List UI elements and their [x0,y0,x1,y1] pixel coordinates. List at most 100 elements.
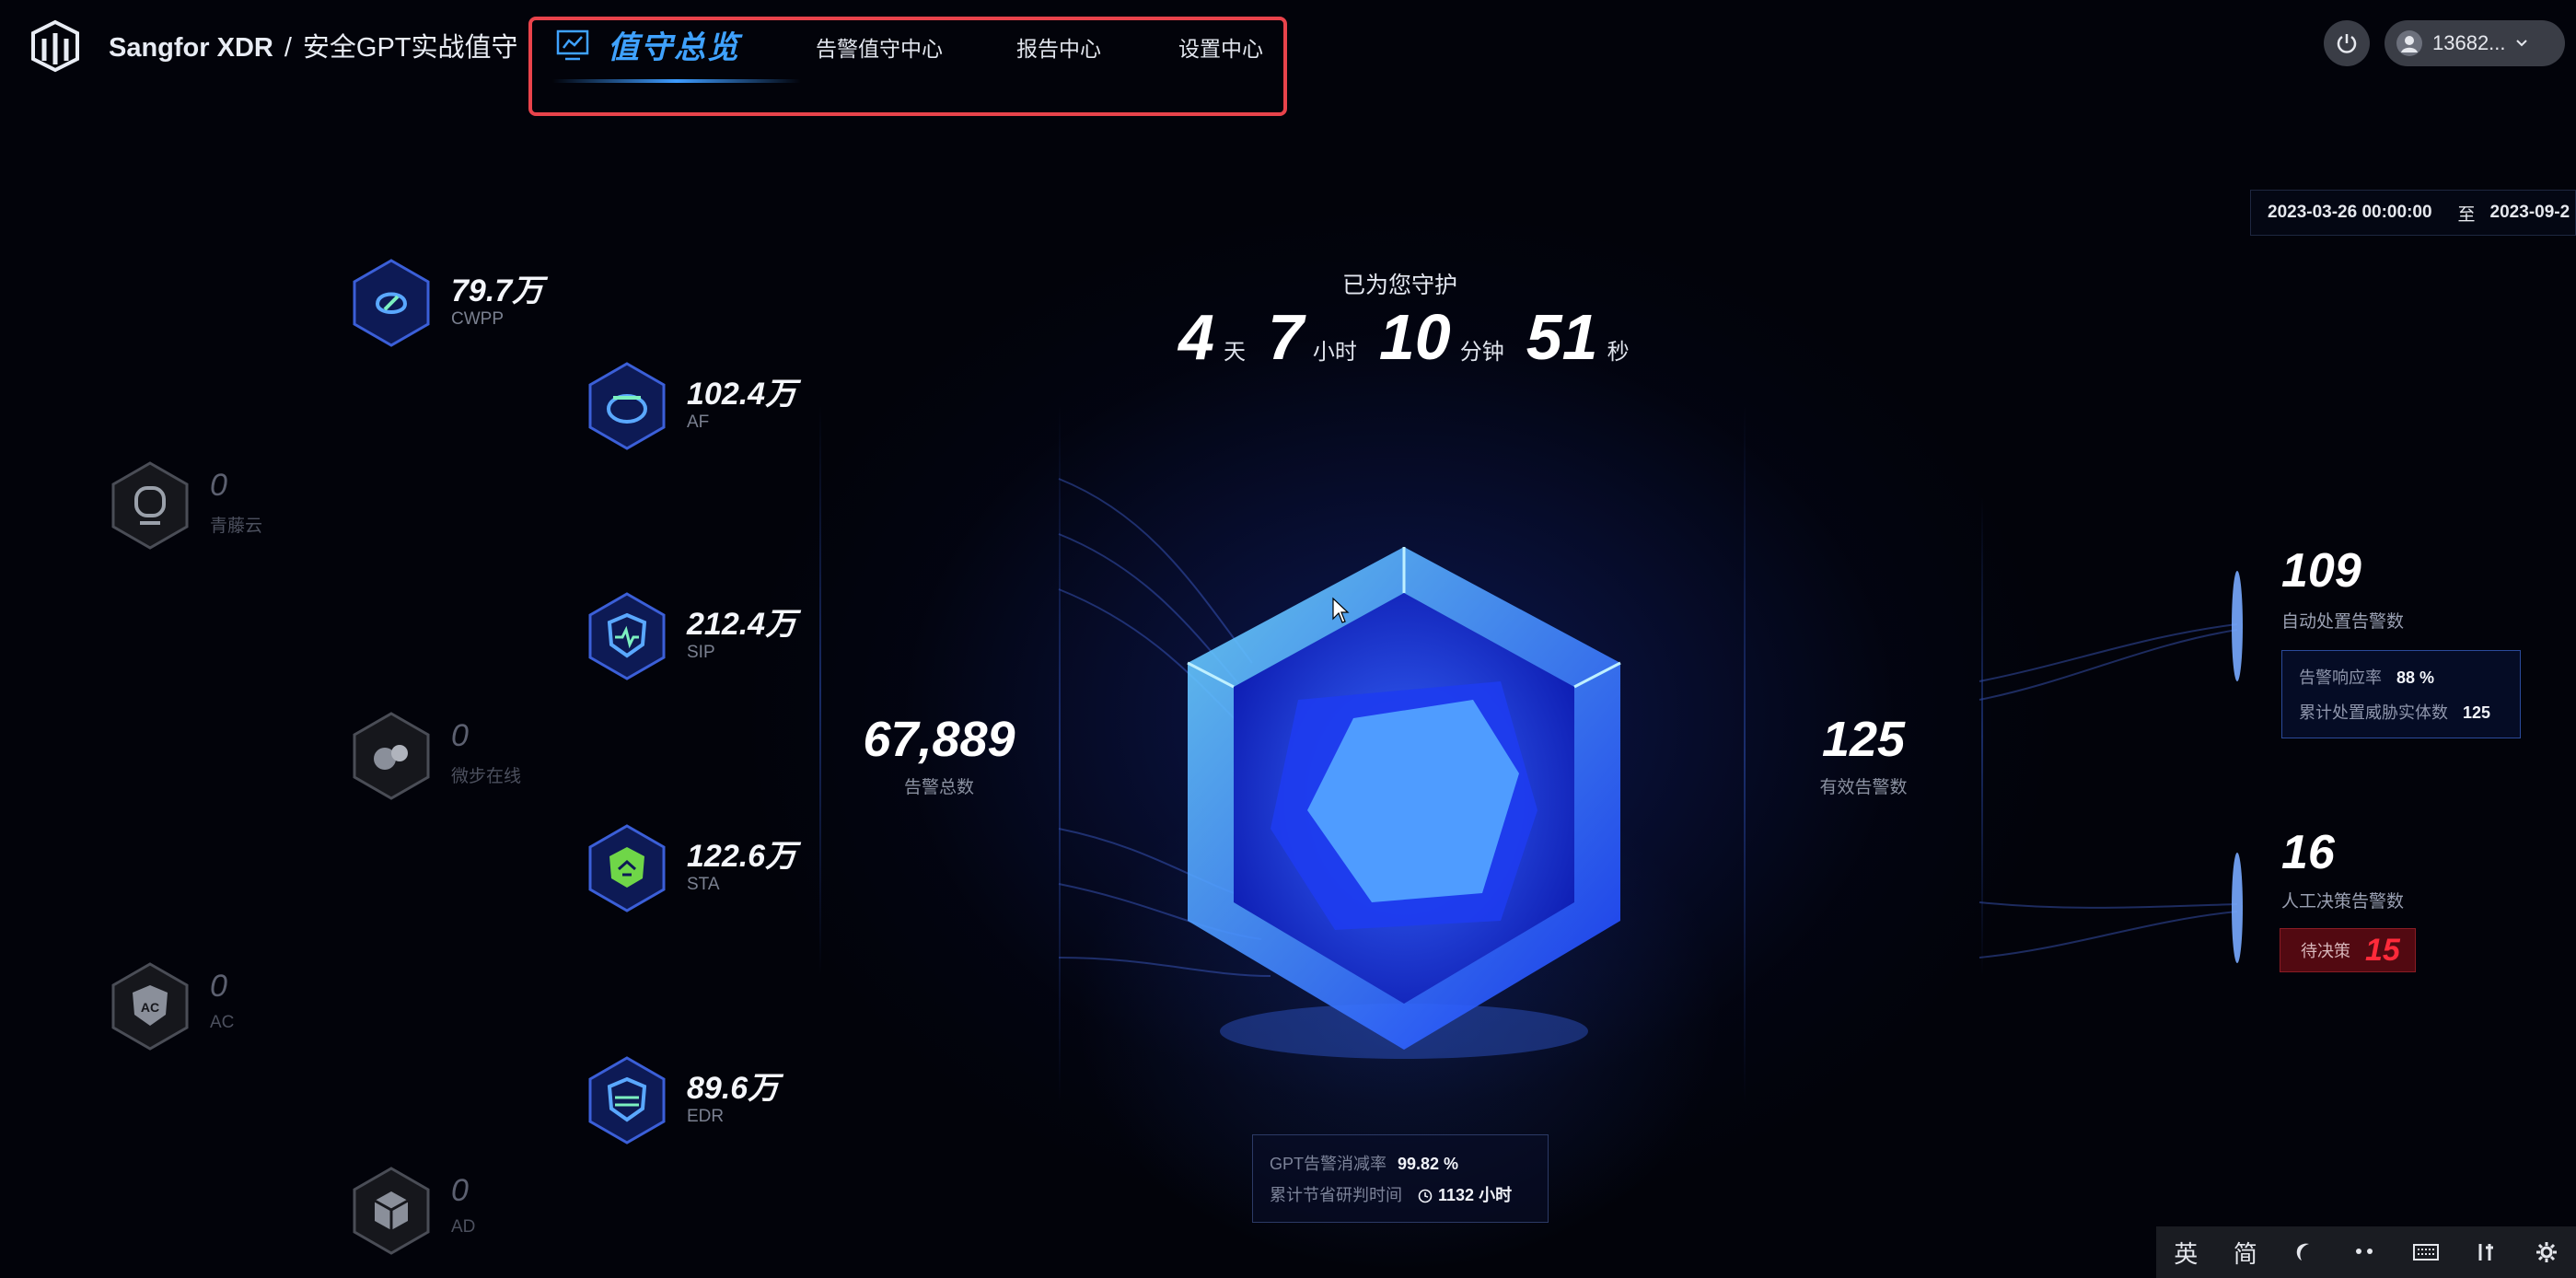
ad-label: AD [451,1217,476,1237]
brand-name: Sangfor XDR [109,33,273,63]
sta-label: STA [687,875,720,894]
sangfor-logo [31,19,79,73]
clock-icon [1418,1189,1433,1203]
date-start: 2023-03-26 00:00:00 [2268,203,2432,222]
auto-handled-details: 告警响应率 88 % 累计处置威胁实体数 125 [2281,650,2521,738]
ad-box-icon [353,1167,430,1255]
sip-shield-icon [588,592,666,680]
moon-icon[interactable] [2292,1240,2316,1264]
edr-label: EDR [687,1107,725,1126]
cwpp-label: CWPP [451,309,504,329]
pending-decision-badge[interactable]: 待决策 15 [2280,928,2416,972]
total-alerts-stat: 67,889 告警总数 [847,711,1031,798]
weibu-label: 微步在线 [451,767,522,786]
auto-handled-label: 自动处置告警数 [2281,612,2405,632]
cwpp-value: 79.7万 [451,273,544,308]
date-range-picker[interactable]: 2023-03-26 00:00:00 至 2023-09-2 [2250,190,2576,236]
gear-icon[interactable] [2535,1240,2559,1264]
guard-duration: 4天 7 小时 10 分钟 51 秒 [1178,300,1652,374]
divider-center-right [1744,405,1746,1105]
valid-alerts-label: 有效告警数 [1819,778,1908,797]
ime-language-toggle[interactable]: 英 [2174,1236,2198,1270]
edr-value: 89.6万 [687,1071,780,1106]
brand-title: Sangfor XDR / 安全GPT实战值守 [109,26,518,64]
sta-value: 122.6万 [687,839,797,874]
guard-title: 已为您守护 [1342,273,1458,298]
af-firewall-icon [588,362,666,450]
guard-seconds-unit: 秒 [1607,340,1630,365]
guard-days-unit: 天 [1223,340,1246,365]
gpt-saved-value: 1132 小时 [1438,1186,1513,1204]
qingteng-label: 青藤云 [210,517,263,536]
active-tab-underline [552,79,801,83]
response-rate-value: 88 % [2396,668,2435,687]
guard-seconds: 51 [1526,301,1598,373]
guard-days: 4 [1178,301,1214,373]
brand-separator: / [284,33,292,63]
gpt-saved-label: 累计节省研判时间 [1270,1186,1402,1204]
date-end: 2023-09-2 [2489,203,2570,222]
sta-icon [588,824,666,912]
guard-hours: 7 [1267,301,1304,373]
sip-value: 212.4万 [687,607,797,642]
pending-value: 15 [2365,932,2400,968]
divider-center-left [1059,405,1061,1105]
toolbox-icon[interactable] [2475,1240,2499,1264]
brand-subtitle: 安全GPT实战值守 [302,33,518,63]
gpt-rate-label: GPT告警消减率 [1270,1155,1387,1173]
keyboard-icon[interactable] [2412,1240,2440,1264]
manual-decision-value: 16 [2281,826,2335,879]
gpt-stats-box: GPT告警消减率 99.82 % 累计节省研判时间 1132 小时 [1252,1134,1549,1223]
ime-mode-toggle[interactable]: 简 [2234,1236,2257,1270]
tab-duty-overview[interactable]: 值守总览 [556,22,740,67]
total-alerts-label: 告警总数 [903,778,974,797]
divider-right [1981,497,1983,976]
guard-minutes: 10 [1378,301,1451,373]
manual-decision-label: 人工决策告警数 [2281,892,2405,912]
avatar-icon [2396,30,2422,56]
user-menu[interactable]: 13682... [2385,20,2565,66]
qingteng-value: 0 [210,468,227,503]
ime-toolbar: 英 简 [2156,1226,2576,1278]
guard-minutes-unit: 分钟 [1459,340,1504,365]
valid-alerts-value: 125 [1821,712,1906,767]
security-cube-graphic [1187,547,1621,1059]
ac-label: AC [210,1013,235,1032]
gpt-rate-row: GPT告警消减率 99.82 % [1270,1148,1531,1179]
af-value: 102.4万 [687,377,797,412]
tab-alert-duty-center[interactable]: 告警值守中心 [816,31,943,63]
ac-value: 0 [210,969,227,1004]
user-name: 13682... [2432,31,2506,54]
valid-alerts-stat: 125 有效告警数 [1771,711,1955,798]
weibu-value: 0 [451,718,469,753]
mouse-cursor-icon [1332,597,1350,623]
af-label: AF [687,412,710,432]
cwpp-icon [353,259,430,347]
monitor-chart-icon [556,29,589,60]
total-alerts-value: 67,889 [863,712,1015,767]
auto-handled-value: 109 [2281,544,2361,598]
tab-report-center[interactable]: 报告中心 [1016,31,1101,63]
gpt-saved-row: 累计节省研判时间 1132 小时 [1270,1179,1531,1211]
entity-count-label: 累计处置威胁实体数 [2299,703,2448,722]
sip-label: SIP [687,643,715,662]
power-button[interactable] [2324,20,2370,66]
date-to-label: 至 [2457,204,2476,225]
pending-label: 待决策 [2301,942,2350,960]
entity-count-row: 累计处置威胁实体数 125 [2299,695,2503,730]
weibu-icon [353,712,430,800]
tab-settings-center[interactable]: 设置中心 [1178,31,1263,63]
guard-hours-unit: 小时 [1312,340,1357,365]
ad-value: 0 [451,1173,469,1208]
tab-duty-overview-label: 值守总览 [608,30,740,65]
punctuation-icon[interactable] [2352,1240,2376,1264]
chevron-down-icon [2515,40,2527,47]
ac-shield-icon: AC [111,962,189,1051]
gpt-rate-value: 99.82 % [1398,1155,1459,1173]
edr-icon [588,1056,666,1144]
entity-count-value: 125 [2463,703,2491,722]
response-rate-label: 告警响应率 [2299,668,2382,687]
divider-left [819,405,821,976]
svg-text:AC: AC [141,1000,159,1015]
power-icon [2337,34,2357,53]
